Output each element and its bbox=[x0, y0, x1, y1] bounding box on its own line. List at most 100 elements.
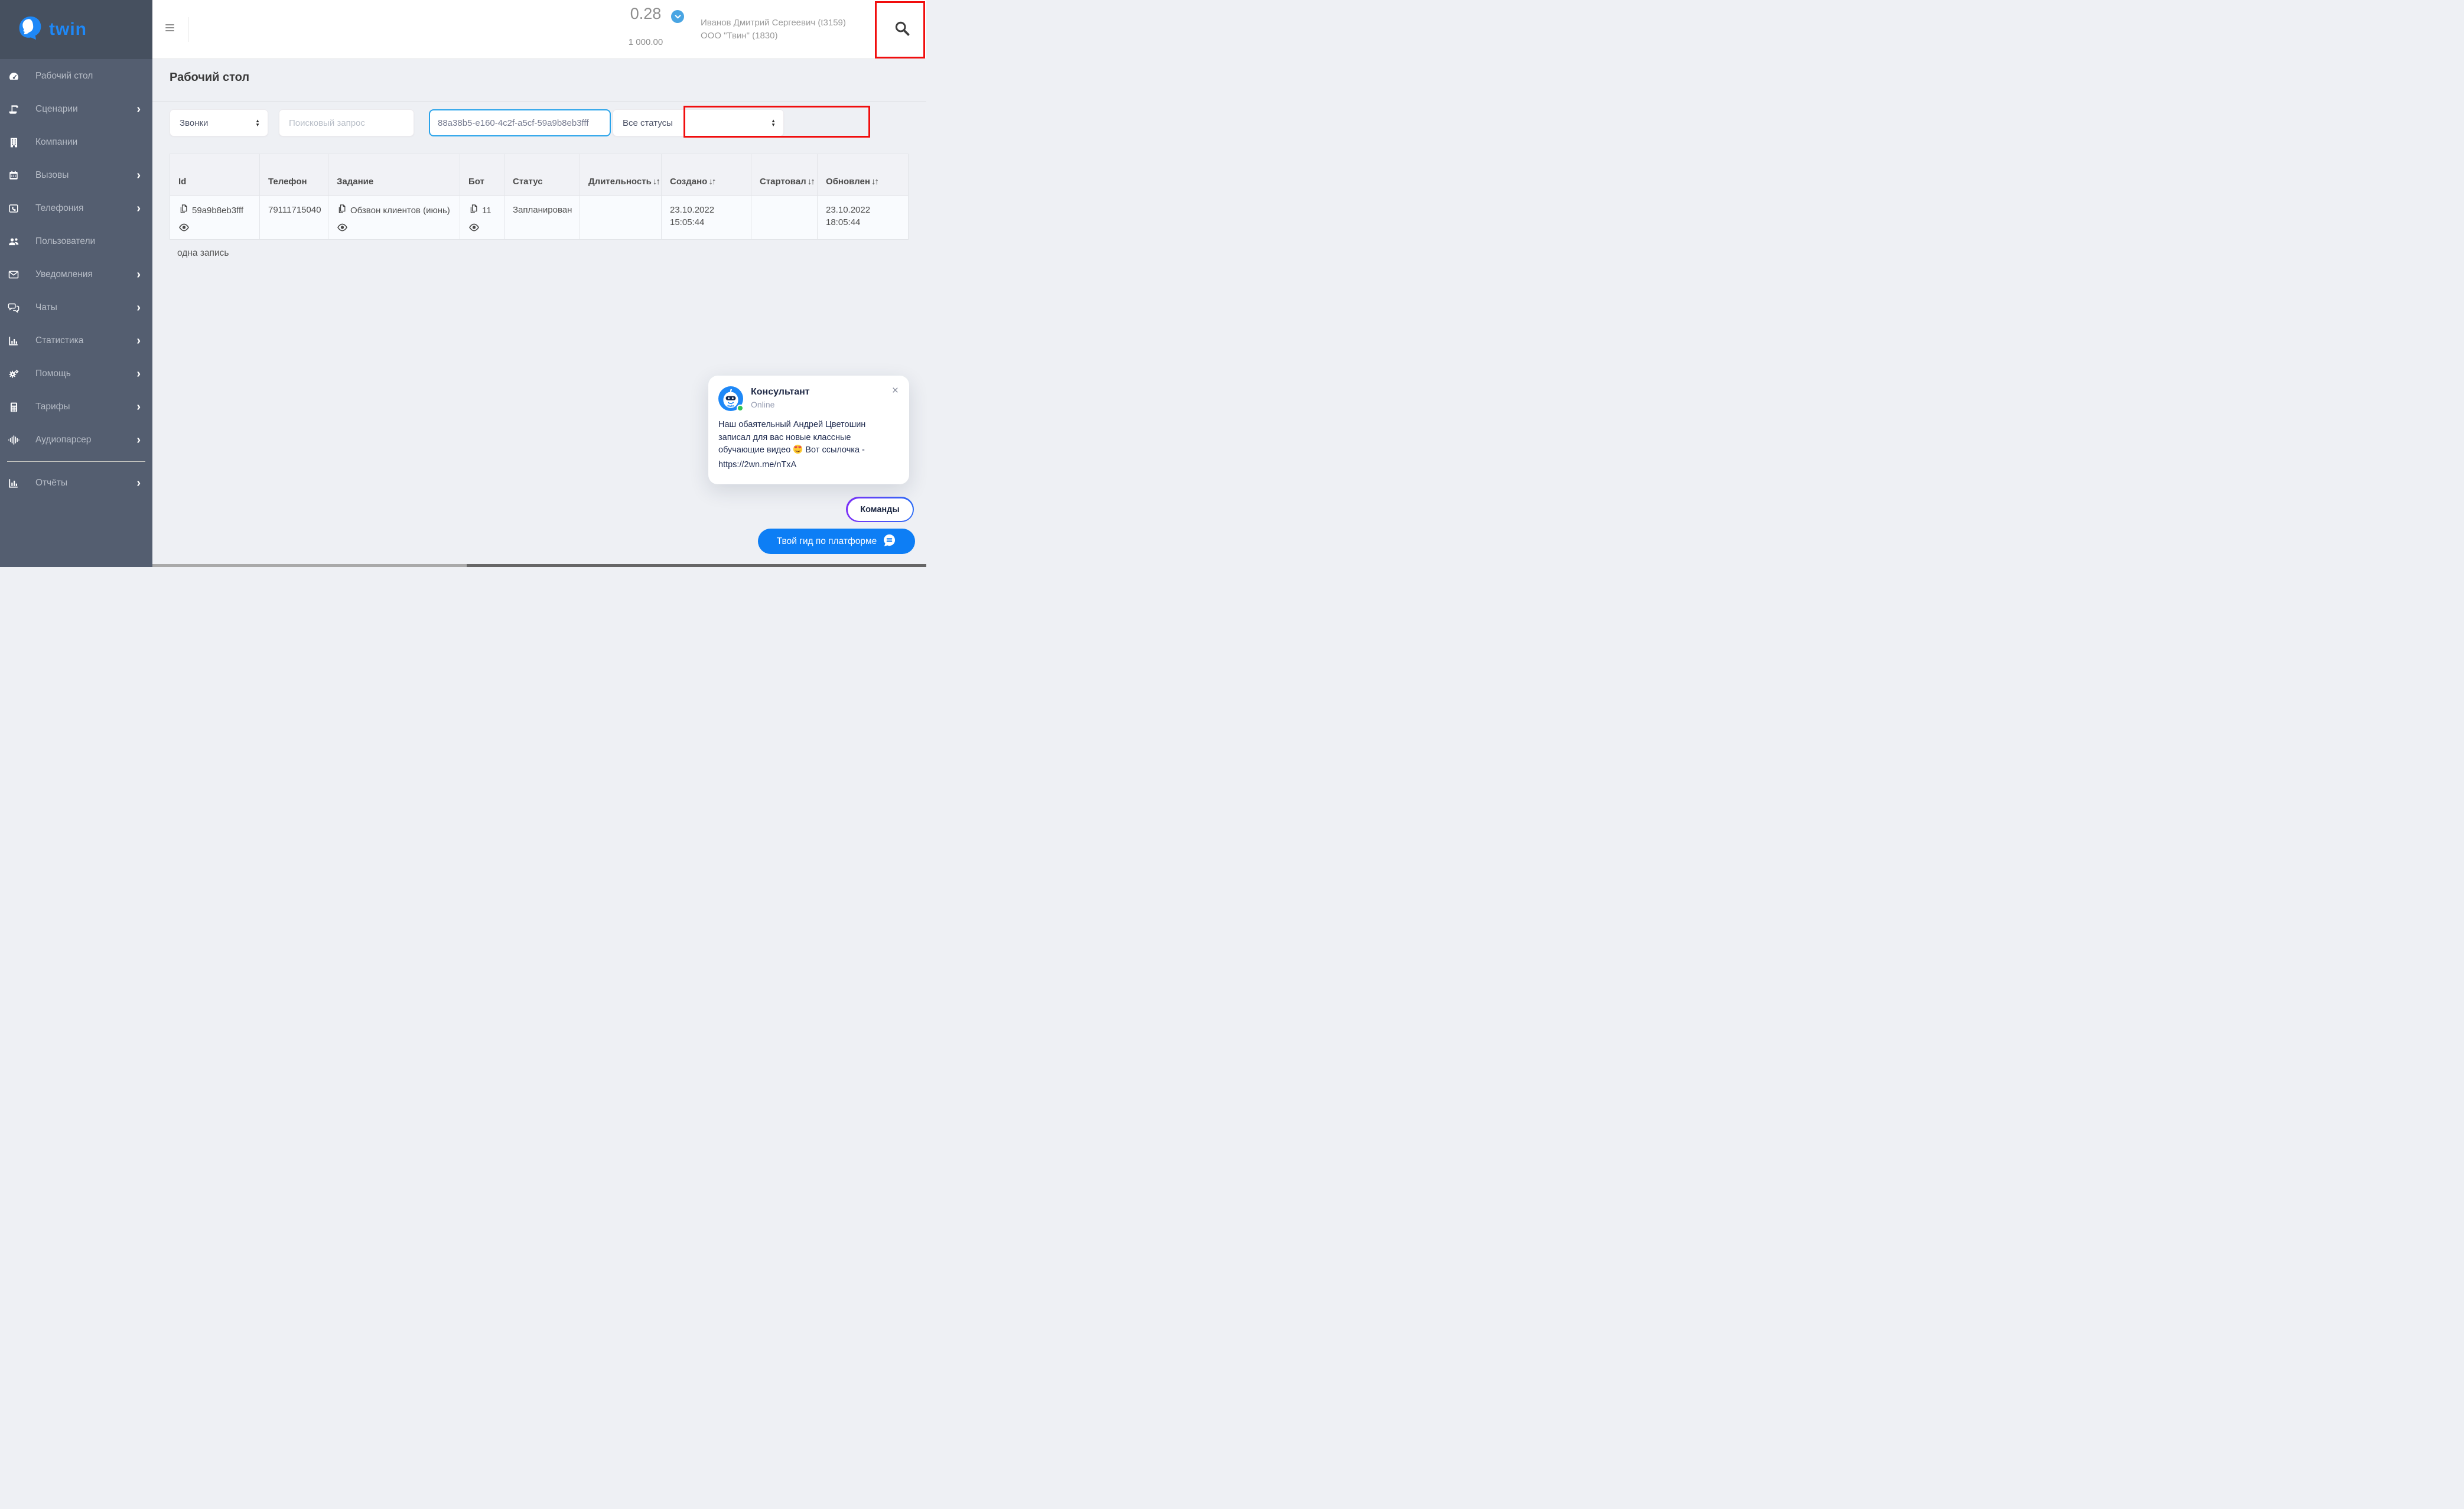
search-query-input[interactable] bbox=[279, 110, 414, 136]
commands-button[interactable]: Команды bbox=[846, 497, 914, 522]
chat-message: Наш обаятельный Андрей Цветошин записал … bbox=[708, 411, 909, 471]
column-updated[interactable]: Обновлен↓↑ bbox=[818, 154, 909, 196]
cell-updated: 23.10.2022 18:05:44 bbox=[818, 196, 909, 240]
eye-icon bbox=[468, 223, 480, 232]
cell-bot: 11 bbox=[460, 196, 504, 240]
calls-table: Id Телефон Задание Бот Статус Длительнос… bbox=[170, 154, 909, 240]
chat-title: Консультант bbox=[751, 387, 810, 397]
sidebar-item-audioparser[interactable]: Аудиопарсер › bbox=[0, 423, 152, 457]
chat-bubbles-icon bbox=[6, 302, 21, 313]
phone-square-icon bbox=[6, 203, 21, 214]
view-details-button[interactable] bbox=[178, 223, 251, 235]
platform-guide-button[interactable]: Твой гид по платформе bbox=[758, 529, 915, 554]
sidebar-item-calls[interactable]: Вызовы › bbox=[0, 159, 152, 192]
sidebar-item-users[interactable]: Пользователи bbox=[0, 225, 152, 258]
column-created[interactable]: Создано↓↑ bbox=[662, 154, 751, 196]
copy-icon[interactable] bbox=[178, 204, 188, 217]
sidebar-item-label: Тарифы bbox=[35, 402, 136, 412]
users-icon bbox=[6, 236, 21, 247]
twin-head-icon bbox=[18, 15, 43, 44]
sidebar-item-label: Пользователи bbox=[35, 236, 141, 247]
cell-duration bbox=[580, 196, 662, 240]
sidebar-item-scenarios[interactable]: Сценарии › bbox=[0, 93, 152, 126]
sidebar-divider bbox=[7, 461, 145, 462]
sidebar-item-label: Сценарии bbox=[35, 104, 136, 115]
sort-icon: ↓↑ bbox=[871, 177, 878, 187]
sidebar: twin Рабочий стол Сценарии › Компании bbox=[0, 0, 152, 567]
sidebar-item-label: Компании bbox=[35, 137, 141, 148]
view-details-button[interactable] bbox=[468, 223, 496, 235]
balance-secondary: 1 000.00 bbox=[621, 37, 670, 47]
sidebar-item-tariffs[interactable]: Тарифы › bbox=[0, 390, 152, 423]
column-started[interactable]: Стартовал↓↑ bbox=[751, 154, 818, 196]
sidebar-item-label: Помощь bbox=[35, 369, 136, 379]
page-title: Рабочий стол bbox=[170, 71, 249, 84]
copy-icon[interactable] bbox=[337, 204, 346, 217]
waveform-icon bbox=[6, 435, 21, 445]
chat-close-button[interactable]: × bbox=[892, 385, 899, 396]
bar-chart-icon bbox=[6, 335, 21, 346]
chevron-right-icon: › bbox=[136, 302, 141, 314]
column-task: Задание bbox=[328, 154, 460, 196]
horizontal-scrollbar-thumb[interactable] bbox=[467, 564, 926, 567]
sidebar-item-label: Рабочий стол bbox=[35, 71, 141, 82]
chat-header: twin Консультант Online × bbox=[708, 376, 909, 411]
sidebar-item-label: Статистика bbox=[35, 335, 136, 346]
chevron-right-icon: › bbox=[136, 203, 141, 214]
envelope-icon bbox=[6, 270, 21, 279]
cell-id: 59a9b8eb3fff bbox=[170, 196, 260, 240]
sidebar-item-companies[interactable]: Компании bbox=[0, 126, 152, 159]
sidebar-item-statistics[interactable]: Статистика › bbox=[0, 324, 152, 357]
cell-phone: 79111715040 bbox=[260, 196, 328, 240]
chevron-right-icon: › bbox=[136, 368, 141, 380]
user-company: ООО "Твин" (1830) bbox=[701, 30, 878, 43]
sidebar-item-label: Аудиопарсер bbox=[35, 435, 136, 445]
balance-dropdown-button[interactable] bbox=[671, 10, 684, 23]
topbar: 0.28 1 000.00 Иванов Дмитрий Сергеевич (… bbox=[152, 0, 926, 59]
search-button[interactable] bbox=[894, 20, 912, 38]
user-info[interactable]: Иванов Дмитрий Сергеевич (t3159) ООО "Тв… bbox=[701, 17, 878, 43]
calculator-icon bbox=[6, 402, 21, 413]
sidebar-item-dashboard[interactable]: Рабочий стол bbox=[0, 60, 152, 93]
brand-logo[interactable]: twin bbox=[0, 0, 152, 59]
svg-text:twin: twin bbox=[727, 405, 734, 408]
sidebar-item-help[interactable]: Помощь › bbox=[0, 357, 152, 390]
content-divider bbox=[152, 101, 926, 102]
chat-bubble-icon bbox=[883, 533, 896, 550]
sidebar-menu: Рабочий стол Сценарии › Компании Вызовы … bbox=[0, 59, 152, 500]
search-icon bbox=[894, 20, 910, 37]
hamburger-menu-button[interactable] bbox=[165, 24, 174, 33]
column-bot: Бот bbox=[460, 154, 504, 196]
search-query-field bbox=[279, 109, 414, 136]
sidebar-item-telephony[interactable]: Телефония › bbox=[0, 192, 152, 225]
status-select[interactable]: Все статусы ▲▼ bbox=[613, 109, 784, 136]
heart-eyes-emoji-icon bbox=[793, 444, 803, 459]
view-details-button[interactable] bbox=[337, 223, 451, 235]
chevron-down-icon bbox=[675, 15, 681, 19]
chevron-right-icon: › bbox=[136, 335, 141, 347]
sort-icon: ↓↑ bbox=[808, 177, 814, 187]
sidebar-item-label: Телефония bbox=[35, 203, 136, 214]
close-icon: × bbox=[892, 384, 899, 397]
main-content: Рабочий стол Звонки ▲▼ Все статусы ▲▼ Id… bbox=[152, 59, 926, 567]
cell-status: Запланирован bbox=[504, 196, 580, 240]
sidebar-item-label: Вызовы bbox=[35, 170, 136, 181]
column-duration[interactable]: Длительность↓↑ bbox=[580, 154, 662, 196]
chevron-right-icon: › bbox=[136, 269, 141, 281]
chat-online-status: Online bbox=[751, 400, 810, 409]
entity-type-select[interactable]: Звонки ▲▼ bbox=[170, 109, 268, 136]
report-chart-icon bbox=[6, 478, 21, 488]
uuid-filter-wrap bbox=[427, 108, 613, 138]
sidebar-item-label: Уведомления bbox=[35, 269, 136, 280]
copy-icon[interactable] bbox=[468, 204, 478, 217]
sidebar-item-reports[interactable]: Отчёты › bbox=[0, 467, 152, 500]
entity-type-value: Звонки bbox=[180, 118, 208, 128]
sidebar-item-notifications[interactable]: Уведомления › bbox=[0, 258, 152, 291]
column-status: Статус bbox=[504, 154, 580, 196]
uuid-filter-input[interactable] bbox=[429, 109, 611, 136]
cell-task: Обзвон клиентов (июнь) bbox=[328, 196, 460, 240]
sidebar-item-chats[interactable]: Чаты › bbox=[0, 291, 152, 324]
horizontal-scrollbar[interactable] bbox=[152, 564, 926, 567]
sort-icon: ↓↑ bbox=[708, 177, 715, 187]
scroll-icon bbox=[6, 104, 21, 115]
